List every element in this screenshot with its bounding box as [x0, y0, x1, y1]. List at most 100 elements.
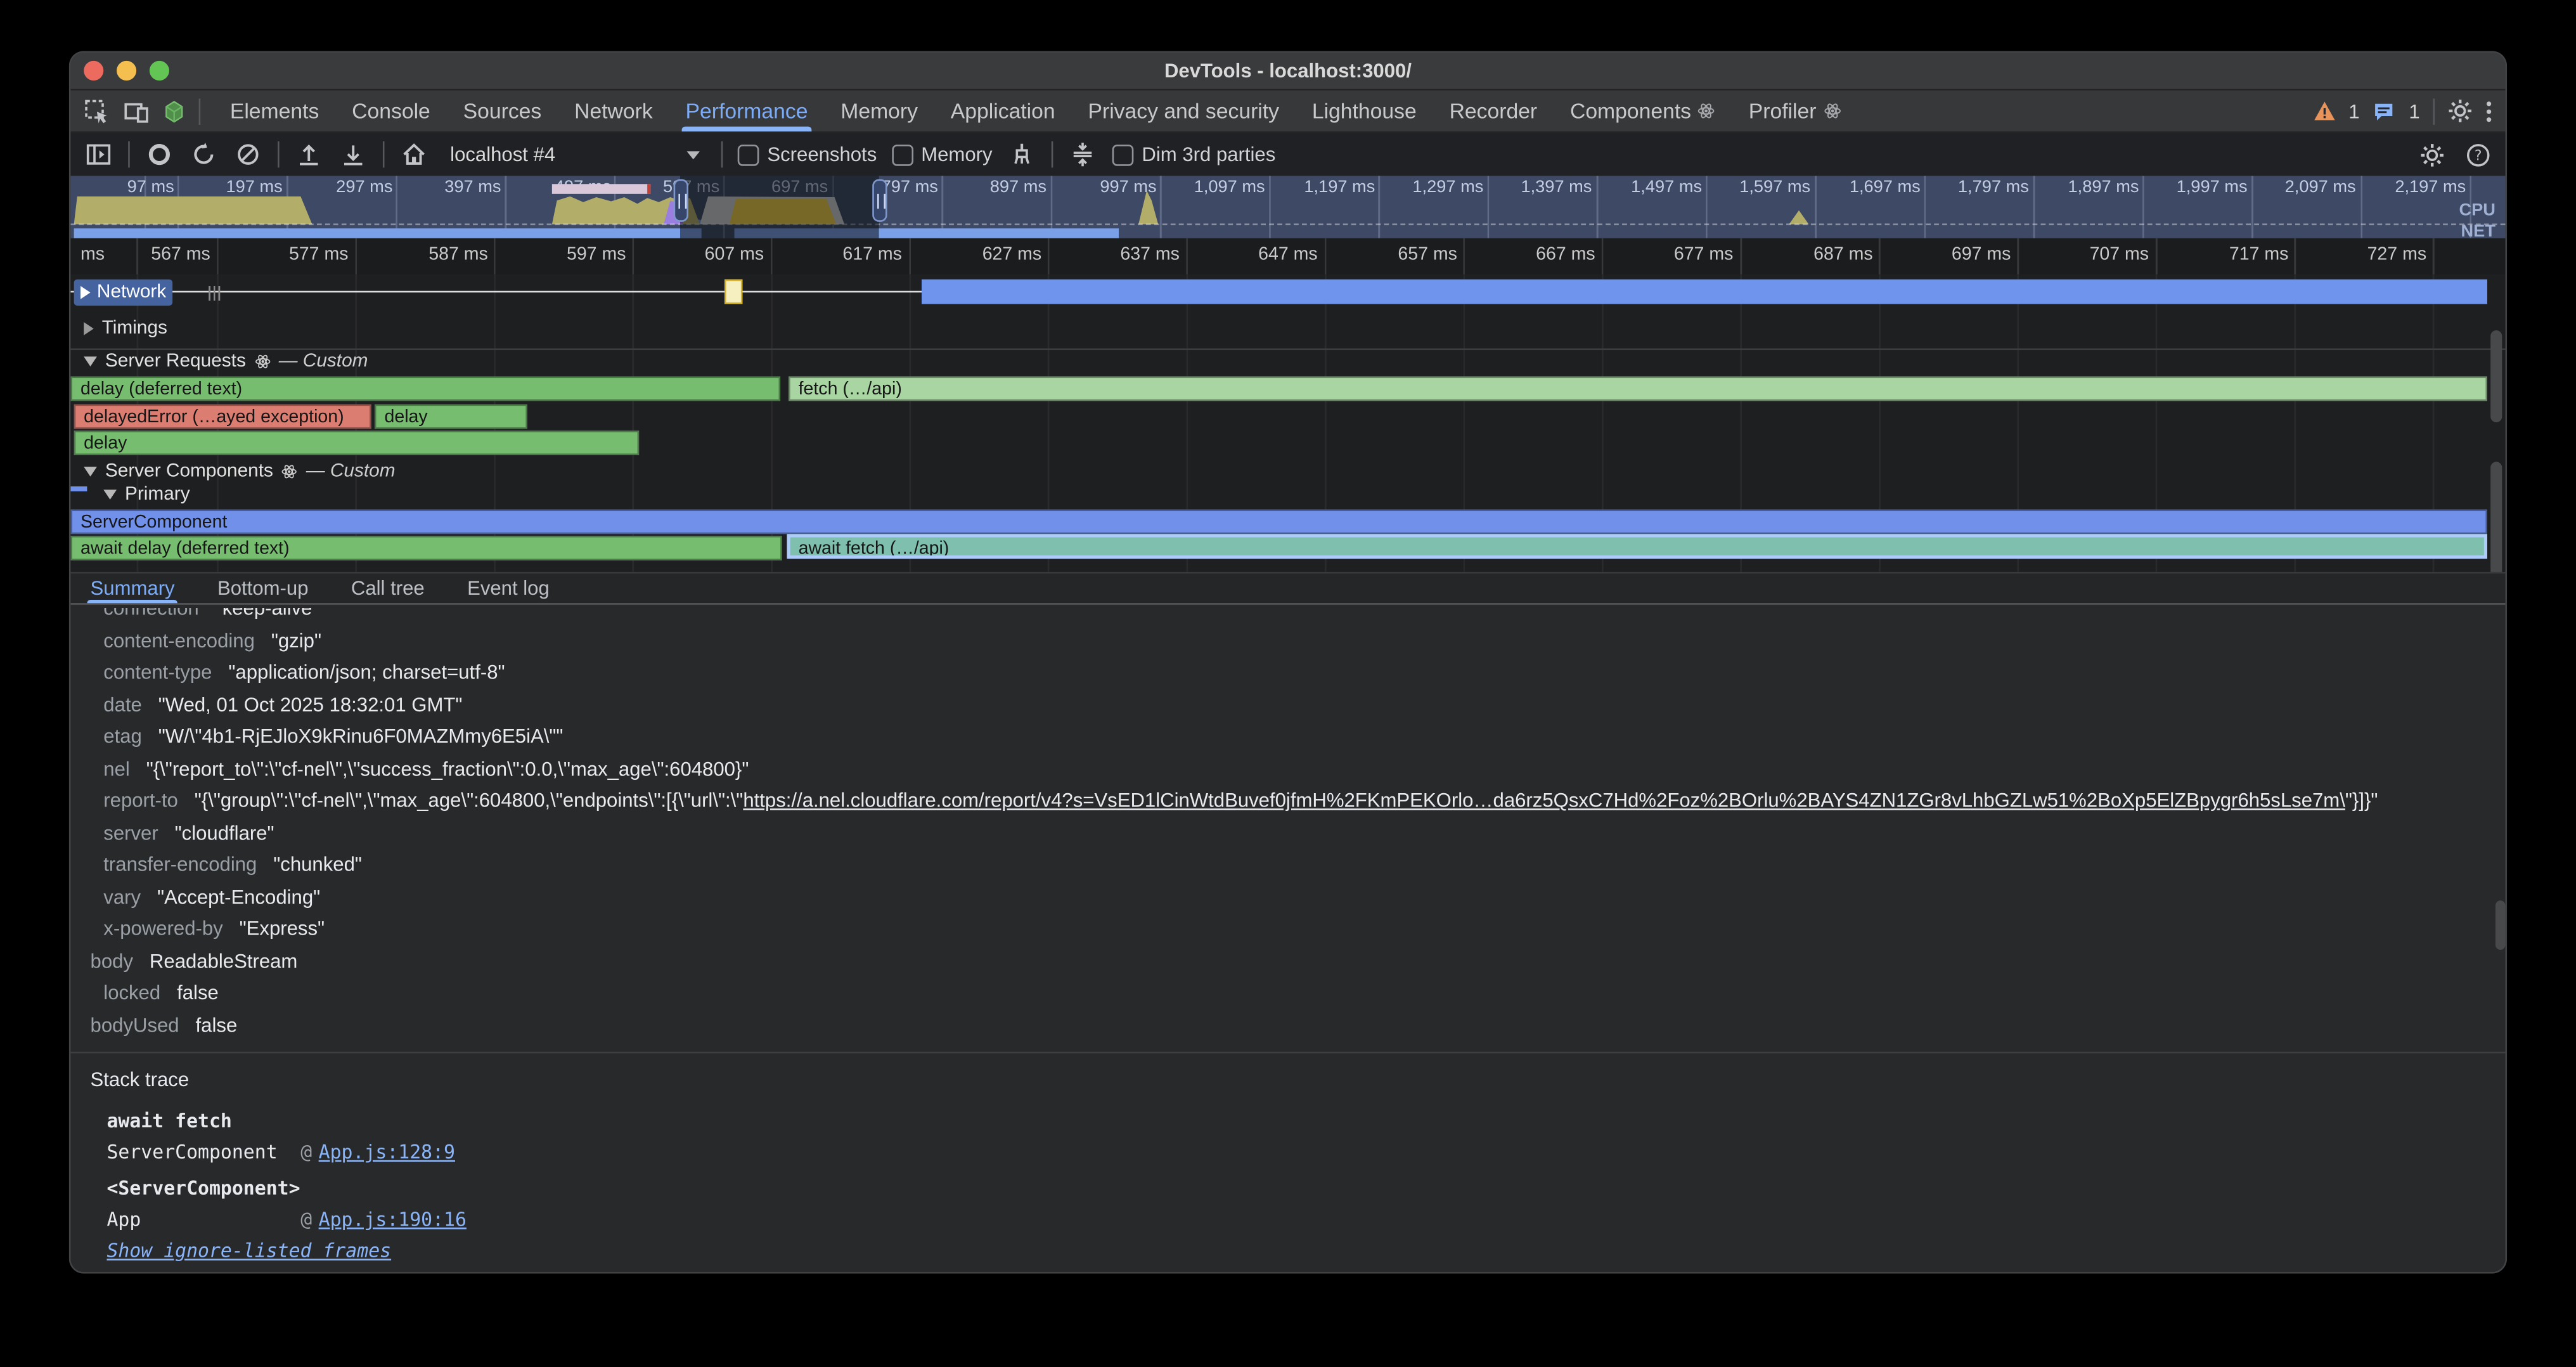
- collapse-group-icon[interactable]: [103, 489, 117, 500]
- body-used-row: bodyUsedfalse: [70, 1011, 2505, 1042]
- track-group-primary[interactable]: Primary: [103, 485, 190, 505]
- track-timings[interactable]: Timings: [84, 319, 167, 339]
- tab-network[interactable]: Network: [558, 91, 669, 132]
- event-bar-fetch-api[interactable]: fetch (…/api): [789, 377, 2487, 401]
- timeline-overview[interactable]: 97 ms 197 ms 297 ms 397 ms 497 ms 597 ms…: [70, 176, 2505, 238]
- show-ignore-listed-frames[interactable]: Show ignore-listed frames: [106, 1236, 391, 1267]
- overview-selection-window[interactable]: [680, 176, 879, 238]
- ruler-time-label: 607 ms: [649, 245, 764, 264]
- event-bar-await-fetch-selected[interactable]: await fetch (…/api): [787, 534, 2487, 559]
- warnings-indicator[interactable]: [2312, 100, 2335, 122]
- tab-elements[interactable]: Elements: [214, 91, 335, 132]
- selection-right-handle[interactable]: [872, 179, 886, 222]
- tab-performance[interactable]: Performance: [669, 91, 825, 132]
- event-bar-delay-deferred-text[interactable]: delay (deferred text): [70, 377, 780, 401]
- react-atom-icon: [1697, 102, 1716, 120]
- screenshots-checkbox[interactable]: Screenshots: [738, 143, 877, 165]
- record-button[interactable]: [145, 139, 174, 169]
- home-icon[interactable]: [399, 139, 429, 169]
- body-row: bodyReadableStream: [70, 947, 2505, 978]
- selection-left-handle[interactable]: [673, 179, 687, 222]
- tab-sources[interactable]: Sources: [447, 91, 558, 132]
- save-profile-icon[interactable]: [338, 139, 368, 169]
- memory-checkbox[interactable]: Memory: [892, 143, 993, 165]
- tab-console[interactable]: Console: [335, 91, 446, 132]
- track-server-requests[interactable]: Server Requests — Custom: [84, 352, 368, 372]
- tab-recorder[interactable]: Recorder: [1433, 91, 1554, 132]
- tab-summary[interactable]: Summary: [91, 574, 175, 604]
- expand-track-icon[interactable]: [84, 322, 94, 335]
- messages-icon[interactable]: [2373, 100, 2395, 122]
- source-location-link[interactable]: App.js:128:9: [319, 1141, 455, 1163]
- tab-memory[interactable]: Memory: [824, 91, 934, 132]
- panel-tabs: Elements Console Sources Network Perform…: [214, 91, 1857, 132]
- messages-count: 1: [2409, 100, 2419, 122]
- flame-chart[interactable]: Network Timings Server Requests — Custom…: [70, 275, 2505, 572]
- reload-and-record-icon[interactable]: [189, 139, 219, 169]
- checkbox-box: [892, 144, 913, 165]
- clear-icon[interactable]: [233, 139, 263, 169]
- garbage-collect-icon[interactable]: [1007, 139, 1037, 169]
- dim-3rd-parties-checkbox[interactable]: Dim 3rd parties: [1112, 143, 1276, 165]
- ruler-time-label: 687 ms: [1758, 245, 1872, 264]
- event-bar-delay[interactable]: delay: [74, 431, 640, 455]
- settings-gear-icon[interactable]: [2448, 99, 2473, 124]
- collapse-track-icon[interactable]: [84, 467, 97, 477]
- divider: [1052, 141, 1053, 167]
- network-request-bar[interactable]: [922, 280, 2487, 304]
- flame-scrollbar-thumb[interactable]: [2490, 330, 2502, 422]
- more-options-kebab-icon[interactable]: [2485, 100, 2492, 122]
- track-network[interactable]: Network: [74, 280, 173, 306]
- flame-scrollbar-thumb[interactable]: [2490, 462, 2502, 572]
- track-server-components[interactable]: Server Components — Custom: [84, 462, 395, 481]
- divider: [199, 98, 201, 124]
- ruler-time-label: 627 ms: [927, 245, 1041, 264]
- tab-event-log[interactable]: Event log: [467, 574, 550, 604]
- ruler-time-label: 657 ms: [1343, 245, 1457, 264]
- report-to-url-link[interactable]: https://a.nel.cloudflare.com/report/v4?s…: [743, 789, 2345, 812]
- toggle-sidebar-icon[interactable]: [84, 139, 113, 169]
- event-bar-server-component[interactable]: ServerComponent: [70, 509, 2487, 534]
- react-atom-icon: [1823, 102, 1841, 120]
- react-atom-icon: [281, 463, 298, 480]
- window-title: DevTools - localhost:3000/: [70, 53, 2505, 89]
- header-row: server"cloudflare": [70, 819, 2505, 850]
- header-row: content-type"application/json; charset=u…: [70, 658, 2505, 689]
- track-drag-handle[interactable]: [209, 286, 220, 301]
- collapse-sections-icon[interactable]: [1068, 139, 1098, 169]
- event-bar-delayed-error[interactable]: delayedError (…ayed exception): [74, 405, 371, 429]
- ruler-time-label: 707 ms: [2034, 245, 2149, 264]
- help-icon[interactable]: ?: [2463, 139, 2492, 169]
- load-profile-icon[interactable]: [294, 139, 324, 169]
- ruler-time-label: 637 ms: [1064, 245, 1179, 264]
- event-bar-delay[interactable]: delay: [375, 405, 527, 429]
- header-row: date"Wed, 01 Oct 2025 18:32:01 GMT": [70, 690, 2505, 722]
- expand-track-icon[interactable]: [80, 286, 91, 299]
- summary-scrollbar-thumb[interactable]: [2496, 900, 2506, 950]
- tab-bottom-up[interactable]: Bottom-up: [217, 574, 308, 604]
- devtools-tab-bar: Elements Console Sources Network Perform…: [70, 91, 2505, 133]
- device-toolbar-icon[interactable]: [123, 98, 149, 124]
- history-dropdown-value: localhost #4: [450, 143, 555, 165]
- divider: [383, 141, 385, 167]
- detail-time-ruler: ms 567 ms 577 ms 587 ms 597 ms 607 ms 61…: [70, 238, 2505, 275]
- tab-privacy-and-security[interactable]: Privacy and security: [1072, 91, 1296, 132]
- ruler-time-label: 647 ms: [1202, 245, 1317, 264]
- inspect-element-icon[interactable]: [84, 98, 110, 124]
- header-row-report-to: report-to"{\"group\":\"cf-nel\",\"max_ag…: [70, 786, 2505, 817]
- performance-settings-gear-icon[interactable]: [2417, 139, 2447, 169]
- tab-lighthouse[interactable]: Lighthouse: [1296, 91, 1433, 132]
- ruler-time-label: 667 ms: [1480, 245, 1595, 264]
- tab-call-tree[interactable]: Call tree: [351, 574, 425, 604]
- network-request-bar[interactable]: [724, 280, 743, 304]
- tab-components[interactable]: Components: [1554, 91, 1732, 132]
- event-bar-await-delay[interactable]: await delay (deferred text): [70, 536, 782, 560]
- stack-frame: App@App.js:190:16: [106, 1205, 466, 1236]
- source-location-link[interactable]: App.js:190:16: [319, 1208, 467, 1231]
- collapse-track-icon[interactable]: [84, 356, 97, 366]
- cpu-baseline: [70, 223, 2505, 225]
- history-dropdown[interactable]: localhost #4: [444, 139, 707, 170]
- tab-application[interactable]: Application: [934, 91, 1072, 132]
- tab-profiler[interactable]: Profiler: [1732, 91, 1857, 132]
- divider: [278, 141, 280, 167]
